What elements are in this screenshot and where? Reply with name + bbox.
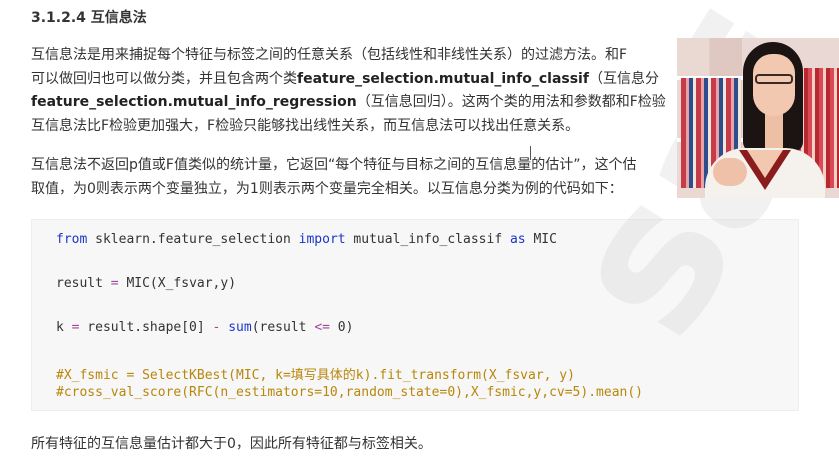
code-line-result: result = MIC(X_fsvar,y) (56, 276, 236, 291)
module-name: sklearn.feature_selection (87, 232, 299, 247)
code-text: k (56, 320, 72, 335)
para1-line2-tail: （互信息分 (588, 70, 659, 87)
code-comment-crossval: #cross_val_score(RFC(n_estimators=10,ran… (56, 385, 643, 400)
imported-name: mutual_info_classif (345, 232, 510, 247)
para1-line3-tail: （互信息回归）。这两个类的用法和参数都和F检验 (356, 94, 666, 110)
keyword-from: from (56, 232, 88, 247)
operator: = (110, 276, 119, 291)
keyword-import: import (298, 232, 346, 247)
presenter-hand (713, 158, 747, 186)
regression-class-name: feature_selection.mutual_info_regression (31, 94, 357, 110)
alias-name: MIC (525, 232, 557, 247)
keyword-as: as (509, 232, 526, 247)
code-text: MIC(X_fsvar,y) (118, 276, 237, 291)
presenter-face (753, 54, 795, 116)
sweater-neckline (747, 150, 783, 178)
document-page: 3.1.2.4 互信息法 互信息法是用来捕捉每个特征与标签之间的任意关系（包括线… (0, 0, 839, 462)
code-line-k: k = result.shape[0] - sum(result <= 0) (56, 320, 353, 335)
webcam-overlay (677, 38, 839, 198)
para1-line2-text: 可以做回归也可以做分类，并且包含两个类 (31, 70, 297, 87)
conclusion-paragraph: 所有特征的互信息量估计都大于0，因此所有特征都与标签相关。 (31, 436, 432, 452)
presenter-neck (765, 110, 783, 150)
operator: <= (314, 320, 330, 335)
code-text: result (56, 276, 111, 291)
code-comment-selectkbest: #X_fsmic = SelectKBest(MIC, k=填写具体的k).fi… (56, 368, 575, 383)
classif-class-name: feature_selection.mutual_info_classif (297, 70, 589, 87)
code-text: result.shape[0] (79, 320, 213, 335)
keyword-sum: sum (228, 320, 252, 335)
code-text: 0) (329, 320, 354, 335)
code-line-import: from sklearn.feature_selection import mu… (56, 232, 557, 247)
code-block: from sklearn.feature_selection import mu… (31, 219, 799, 411)
text-cursor (530, 146, 531, 160)
section-heading: 3.1.2.4 互信息法 (31, 10, 147, 26)
glasses-icon (755, 74, 793, 84)
code-text: (result (251, 320, 315, 335)
